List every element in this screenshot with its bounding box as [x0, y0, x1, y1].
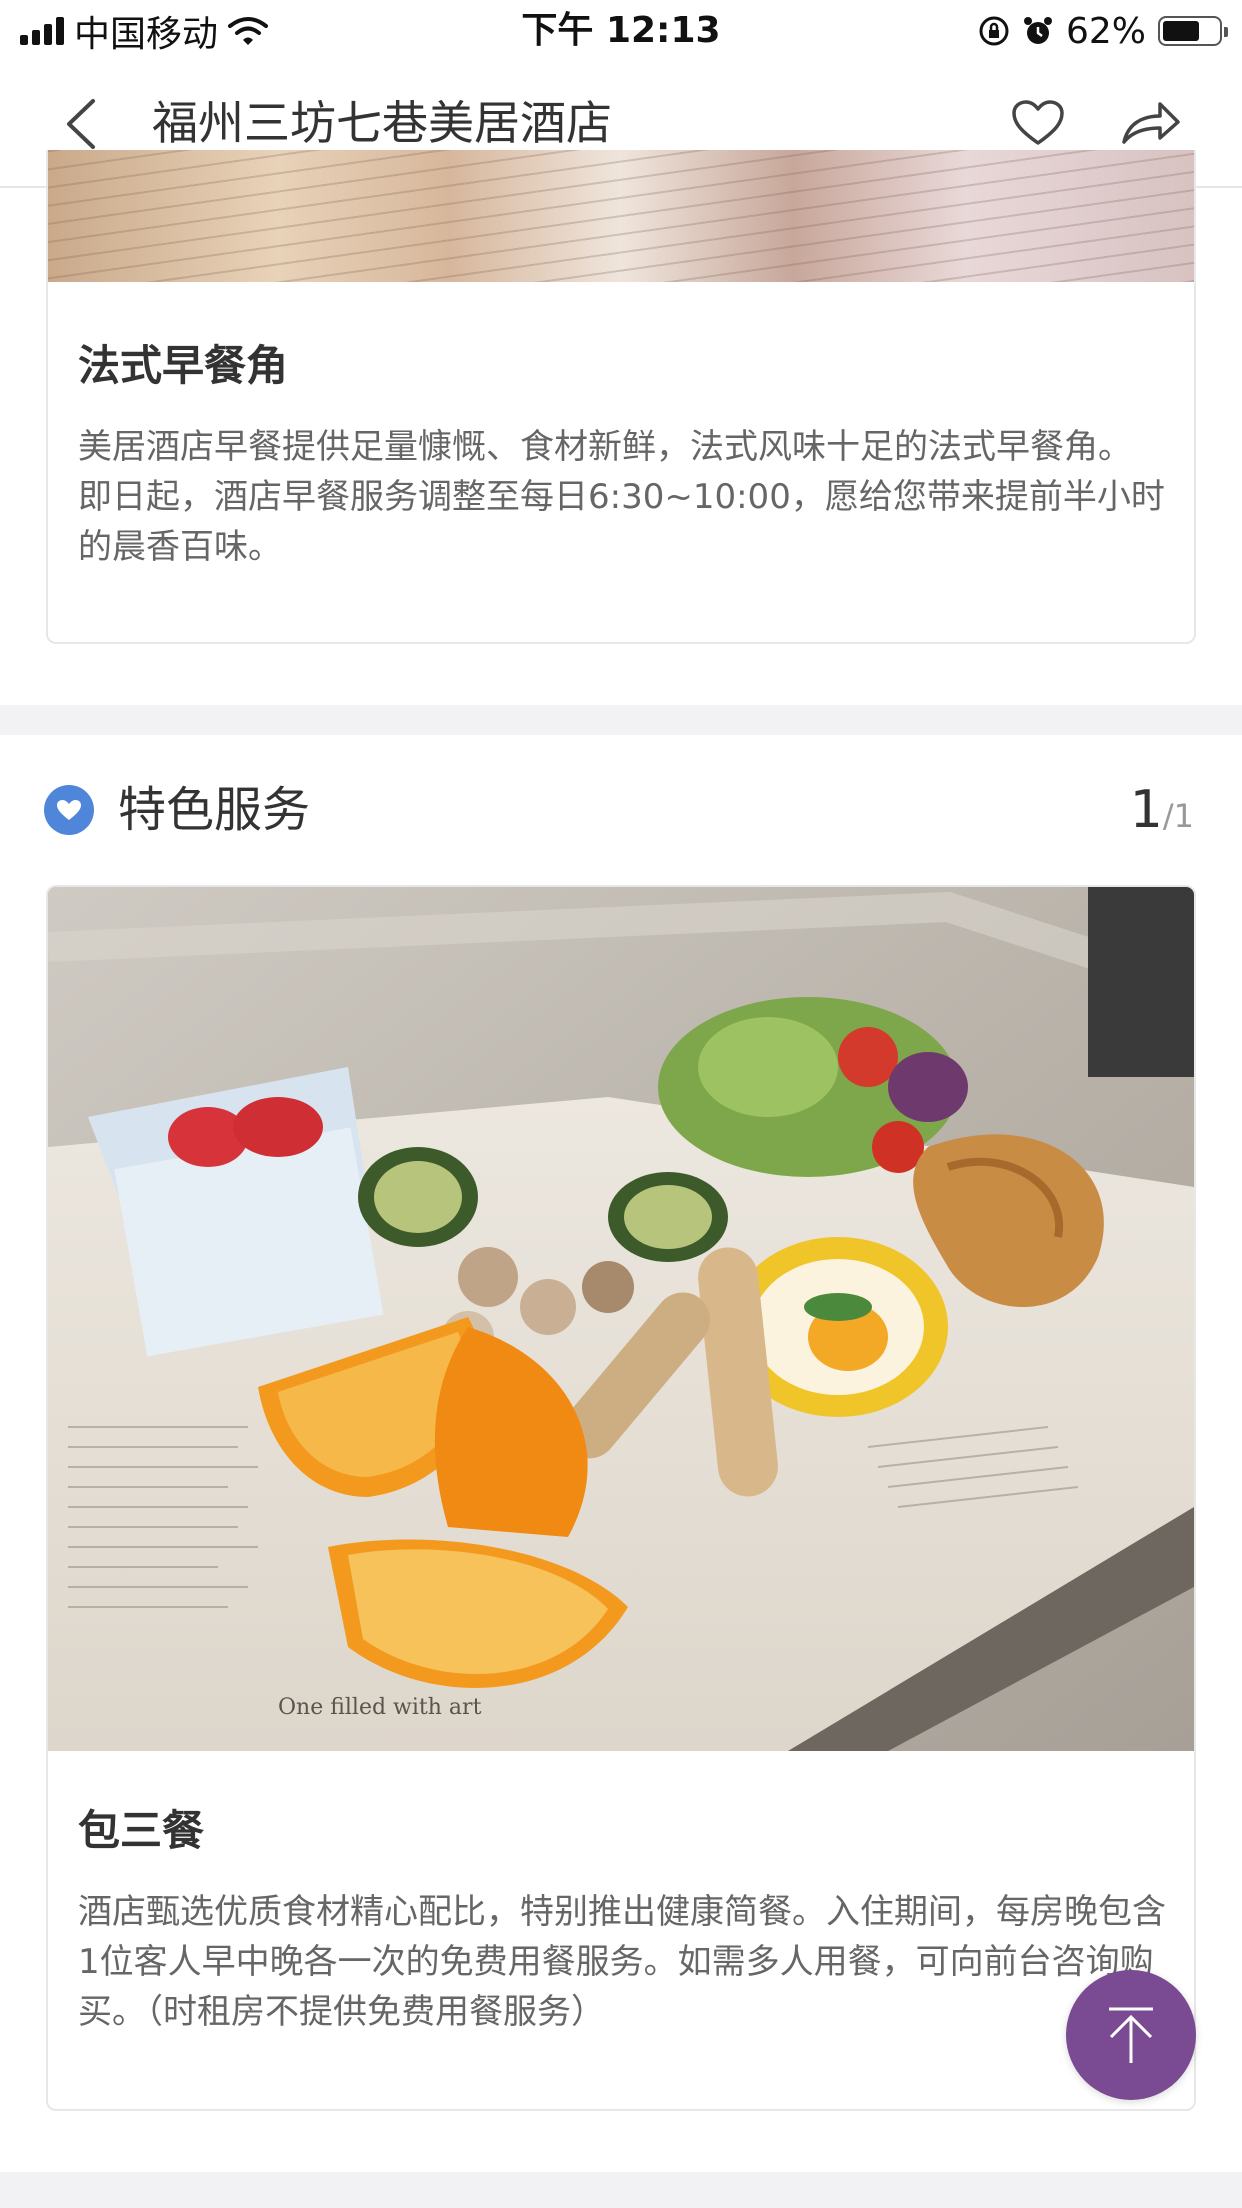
section-divider-bottom [0, 2172, 1242, 2208]
service-description: 酒店甄选优质食材精心配比，特别推出健康简餐。入住期间，每房晚包含1位客人早中晚各… [78, 1892, 1166, 2032]
page-title: 福州三坊七巷美居酒店 [152, 96, 612, 150]
favorite-button[interactable] [1006, 88, 1070, 158]
breakfast-description: 美居酒店早餐提供足量慷慨、食材新鲜，法式风味十足的法式早餐角。 即日起，酒店早餐… [78, 427, 1165, 567]
meal-photo: One filled with art [48, 887, 1194, 1751]
heart-outline-icon [1012, 100, 1064, 145]
arrow-up-icon [1109, 2007, 1153, 2063]
share-arrow-icon [1122, 102, 1180, 144]
page-total: /1 [1162, 797, 1194, 835]
battery-percent: 62% [1065, 10, 1146, 52]
status-bar: 中国移动 下午 12:13 62% [0, 0, 1242, 62]
service-card[interactable]: One filled with art 包三餐 酒店甄选优质食材精心配比，特别推… [46, 885, 1196, 2111]
heart-badge-icon [44, 785, 94, 835]
section-divider [0, 705, 1242, 735]
meal-illustration [48, 887, 1194, 1751]
carrier-name: 中国移动 [74, 14, 219, 55]
section-title: 特色服务 [118, 782, 311, 838]
battery-icon [1158, 16, 1228, 46]
wifi-icon [228, 17, 269, 45]
breakfast-title: 法式早餐角 [78, 341, 289, 390]
rotation-lock-icon [979, 16, 1009, 46]
scroll-to-top-button[interactable] [1066, 1970, 1196, 2100]
status-left: 中国移动 [20, 6, 269, 56]
share-button[interactable] [1116, 88, 1186, 158]
chevron-left-icon [67, 99, 95, 149]
photo-caption: One filled with art [278, 1695, 482, 1720]
service-title: 包三餐 [78, 1806, 205, 1855]
signal-icon [20, 17, 64, 45]
page-indicator: 1/1 [1130, 775, 1194, 857]
status-right: 62% [978, 6, 1228, 56]
breakfast-photo [48, 150, 1194, 282]
special-services-header: 特色服务 1/1 [0, 735, 1242, 885]
breakfast-card[interactable]: 法式早餐角 美居酒店早餐提供足量慷慨、食材新鲜，法式风味十足的法式早餐角。 即日… [46, 150, 1196, 644]
page-current: 1 [1129, 780, 1163, 840]
alarm-icon [1023, 17, 1052, 44]
